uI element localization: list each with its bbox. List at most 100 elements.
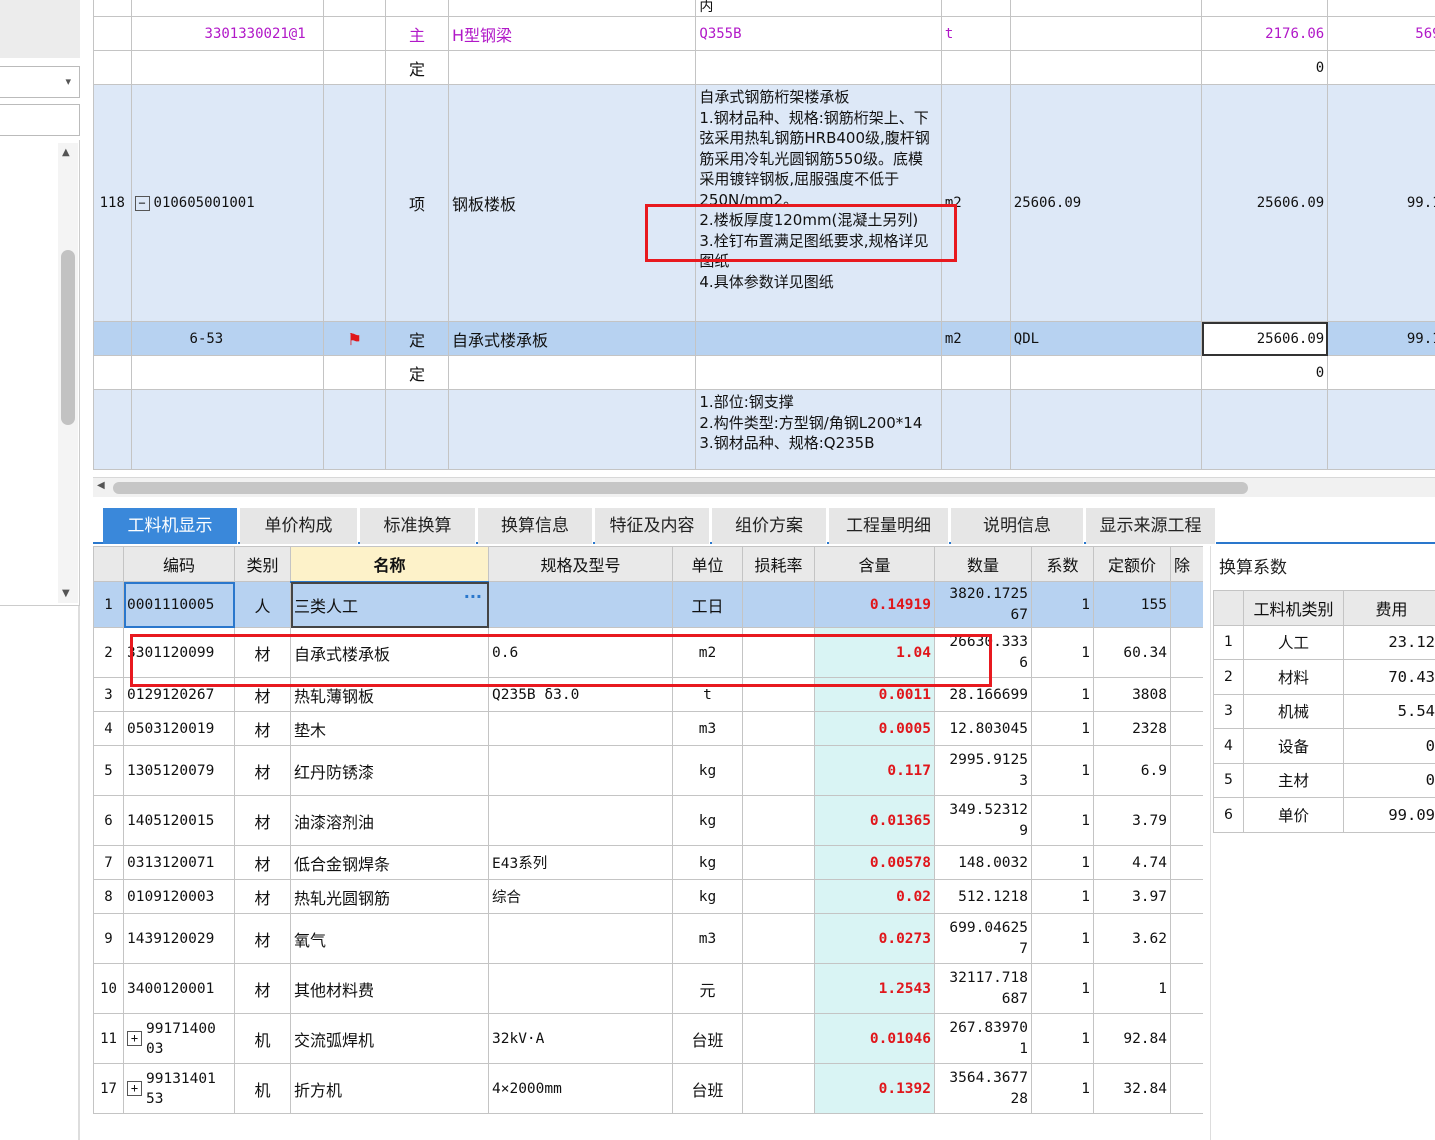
resource-unit[interactable]: 工日 <box>672 581 743 628</box>
tab-1[interactable]: 单价构成 <box>240 508 358 544</box>
resource-unit[interactable]: m3 <box>672 711 743 746</box>
resource-code[interactable]: 1439120029 <box>123 913 235 964</box>
content-quantity[interactable]: 0.14919 <box>814 581 935 628</box>
item-unit[interactable] <box>940 0 1011 17</box>
item-name[interactable] <box>447 355 697 390</box>
quantity-expression[interactable]: QDL <box>1009 321 1203 356</box>
resource-row[interactable]: 9 1439120029 材氧气 m3 0.0273 699.04625 7 1 3.62 <box>93 913 1203 964</box>
coef-row[interactable]: 4 设备 0 <box>1213 728 1435 764</box>
content-quantity[interactable]: 0.01365 <box>814 795 935 846</box>
amount[interactable]: 512.1218 <box>934 879 1032 914</box>
content-quantity[interactable]: 1.2543 <box>814 963 935 1014</box>
coef-row[interactable]: 2 材料 70.43 <box>1213 659 1435 695</box>
coef-value[interactable]: 0 <box>1343 762 1435 798</box>
loss-rate[interactable] <box>742 711 815 746</box>
bill-row[interactable]: 内 <box>93 0 1435 17</box>
resource-spec[interactable]: Q235B δ3.0 <box>488 677 673 712</box>
amount[interactable]: 12.803045 <box>934 711 1032 746</box>
unit-price[interactable]: 0 <box>1327 355 1435 390</box>
coef-value[interactable]: 23.12 <box>1343 624 1435 660</box>
coef-value[interactable]: 70.43 <box>1343 659 1435 695</box>
item-name[interactable] <box>447 389 697 470</box>
coefficient[interactable]: 1 <box>1031 879 1094 914</box>
column-header-9[interactable]: 定额价 <box>1093 546 1171 582</box>
item-unit[interactable] <box>940 355 1011 390</box>
content-quantity[interactable]: 0.1392 <box>814 1063 935 1114</box>
coef-value[interactable]: 99.09 <box>1343 797 1435 833</box>
unit-price[interactable]: 99.18 <box>1327 84 1435 322</box>
tab-7[interactable]: 说明信息 <box>951 508 1084 544</box>
resource-name[interactable]: 垫木 <box>290 711 489 746</box>
collapse-icon[interactable]: − <box>134 195 150 211</box>
resource-code[interactable]: +99171400 03 <box>123 1013 235 1064</box>
resource-category[interactable]: 材 <box>234 711 291 746</box>
coefficient[interactable]: 1 <box>1031 627 1094 678</box>
column-header-8[interactable]: 系数 <box>1031 546 1094 582</box>
resource-row[interactable]: 1 0001110005 人三类人工 ··· 工日 0.14919 3820.1725 67… <box>93 581 1203 628</box>
loss-rate[interactable] <box>742 879 815 914</box>
bill-row[interactable]: 6-53 ⚑ 定自承式楼承板 m2QDL25606.0999.18 <box>93 321 1435 356</box>
resource-code[interactable]: 3301120099 <box>123 627 235 678</box>
resource-category[interactable]: 材 <box>234 677 291 712</box>
coefficient[interactable]: 1 <box>1031 913 1094 964</box>
resource-spec[interactable] <box>488 581 673 628</box>
quantity-expression[interactable] <box>1009 355 1203 390</box>
loss-rate[interactable] <box>742 913 815 964</box>
resource-spec[interactable]: 32kV·A <box>488 1013 673 1064</box>
unit-price[interactable]: 5690 <box>1327 16 1435 51</box>
coef-row[interactable]: 5 主材 0 <box>1213 762 1435 798</box>
dropdown-arrow-icon[interactable]: ▾ <box>65 75 71 88</box>
resource-spec[interactable] <box>488 711 673 746</box>
resource-unit[interactable]: t <box>672 677 743 712</box>
resource-category[interactable]: 人 <box>234 581 291 628</box>
column-header-6[interactable]: 含量 <box>814 546 935 582</box>
coef-row[interactable]: 3 机械 5.54 <box>1213 693 1435 729</box>
resource-name[interactable]: 红丹防锈漆 <box>290 745 489 796</box>
item-name[interactable] <box>447 50 697 85</box>
quota-price[interactable]: 32.84 <box>1093 1063 1171 1114</box>
column-header-1[interactable]: 类别 <box>234 546 291 582</box>
resource-unit[interactable]: kg <box>672 745 743 796</box>
coef-value[interactable]: 0 <box>1343 728 1435 764</box>
item-unit[interactable]: m2 <box>940 321 1011 356</box>
resource-name[interactable]: 其他材料费 <box>290 963 489 1014</box>
resource-unit[interactable]: 台班 <box>672 1063 743 1114</box>
item-name[interactable]: 钢板楼板 <box>447 84 697 322</box>
content-quantity[interactable]: 1.04 <box>814 627 935 678</box>
amount[interactable]: 32117.718 687 <box>934 963 1032 1014</box>
quantity-expression[interactable] <box>1009 16 1203 51</box>
tab-2[interactable]: 标准换算 <box>360 508 476 544</box>
content-quantity[interactable]: 0.0273 <box>814 913 935 964</box>
resource-name[interactable]: 低合金钢焊条 <box>290 845 489 880</box>
column-header-5[interactable]: 损耗率 <box>742 546 815 582</box>
item-name[interactable]: H型钢梁 <box>447 16 697 51</box>
column-header-3[interactable]: 规格及型号 <box>488 546 673 582</box>
amount[interactable]: 3820.1725 67 <box>934 581 1032 628</box>
amount[interactable]: 699.04625 7 <box>934 913 1032 964</box>
bill-row[interactable]: 118−010605001001 项钢板楼板 自承式钢筋桁架楼承板 1.钢材品种、规… <box>93 84 1435 322</box>
resource-spec[interactable] <box>488 795 673 846</box>
ellipsis-icon[interactable]: ··· <box>464 587 482 606</box>
resource-code[interactable]: 3400120001 <box>123 963 235 1014</box>
quota-price[interactable]: 6.9 <box>1093 745 1171 796</box>
quantity[interactable] <box>1201 0 1329 17</box>
resource-spec[interactable] <box>488 913 673 964</box>
amount[interactable]: 3564.3677 28 <box>934 1063 1032 1114</box>
item-unit[interactable] <box>940 389 1011 470</box>
coef-header-1[interactable]: 费用 <box>1343 590 1435 626</box>
filter-dropdown[interactable]: ▾ <box>0 66 80 98</box>
filter-input[interactable] <box>0 104 80 136</box>
resource-category[interactable]: 材 <box>234 879 291 914</box>
resource-unit[interactable]: kg <box>672 795 743 846</box>
loss-rate[interactable] <box>742 1013 815 1064</box>
resource-name[interactable]: 折方机 <box>290 1063 489 1114</box>
amount[interactable]: 148.0032 <box>934 845 1032 880</box>
resource-category[interactable]: 材 <box>234 745 291 796</box>
bill-row[interactable]: 定 00 <box>93 50 1435 85</box>
quota-price[interactable]: 3.62 <box>1093 913 1171 964</box>
coefficient[interactable]: 1 <box>1031 795 1094 846</box>
item-code-cell[interactable]: 6-53 <box>130 321 325 356</box>
quantity-expression[interactable] <box>1009 0 1203 17</box>
resource-name[interactable]: 热轧光圆钢筋 <box>290 879 489 914</box>
item-spec[interactable] <box>695 355 942 390</box>
